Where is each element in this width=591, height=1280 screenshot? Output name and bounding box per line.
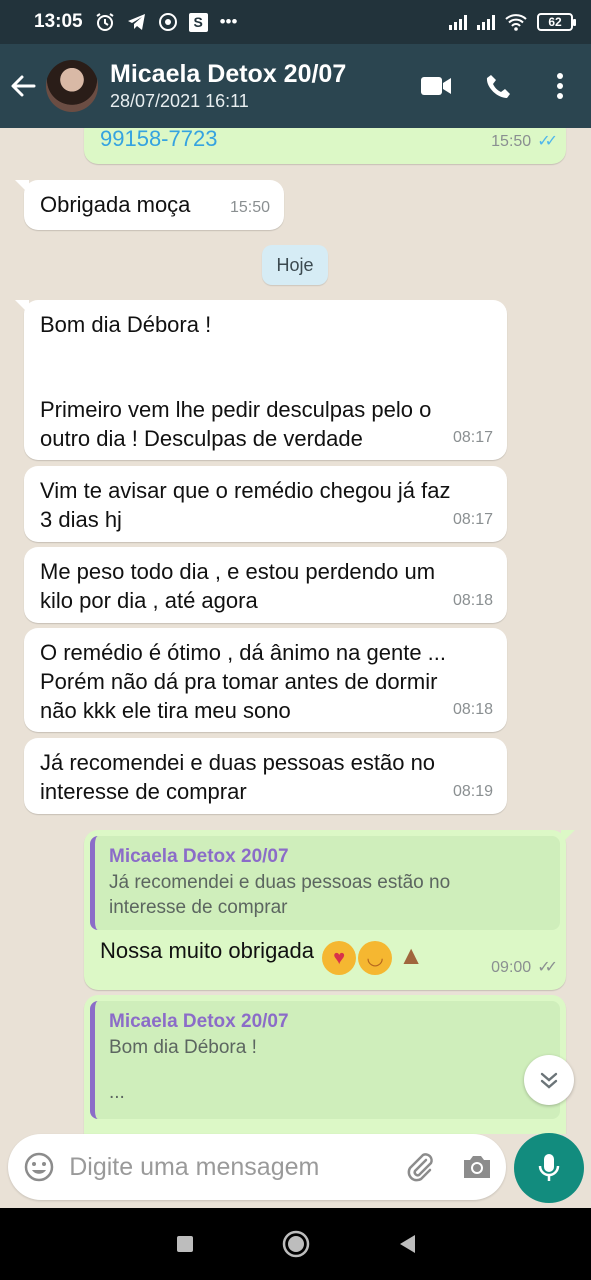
scroll-to-bottom-button[interactable]	[524, 1055, 574, 1105]
message-text: kilo por dia , até agora	[40, 588, 258, 613]
video-call-button[interactable]	[405, 44, 467, 128]
message-input[interactable]	[69, 1152, 392, 1182]
message-text: Bom dia Débora !	[40, 312, 212, 337]
camera-icon	[464, 1156, 491, 1178]
recents-button[interactable]	[175, 1234, 195, 1254]
double-chevron-down-icon	[540, 1072, 558, 1089]
quoted-message[interactable]: Micaela Detox 20/07 Já recomendei e duas…	[90, 836, 560, 930]
camera-button[interactable]	[449, 1153, 506, 1181]
s-app-icon: S	[188, 12, 208, 32]
message-bubble-outgoing[interactable]: 99158-7723 15:50 ✓✓	[84, 128, 566, 164]
voice-record-button[interactable]	[514, 1133, 584, 1203]
message-text: não kkk ele tira meu sono	[40, 698, 291, 723]
message-bubble-outgoing[interactable]: Micaela Detox 20/07 Já recomendei e duas…	[84, 830, 575, 990]
status-bar: 13:05 S ••• 62	[0, 0, 591, 44]
signal-icon	[449, 14, 467, 30]
quoted-author: Micaela Detox 20/07	[109, 846, 289, 867]
message-text: Porém não dá pra tomar antes de dormir	[40, 669, 438, 694]
quoted-text: interesse de comprar	[109, 897, 288, 918]
signal-icon	[477, 14, 495, 30]
message-bubble-incoming[interactable]: Me peso todo dia , e estou perdendo um k…	[24, 547, 507, 623]
more-dots-icon: •••	[219, 12, 238, 31]
message-bubble-incoming[interactable]: O remédio é ótimo , dá ânimo na gente ..…	[24, 628, 507, 732]
alarm-icon	[95, 12, 115, 32]
contact-info[interactable]: Micaela Detox 20/07 28/07/2021 16:11	[110, 59, 405, 113]
message-text: outro dia ! Desculpas de verdade	[40, 426, 363, 451]
shield-icon	[158, 12, 177, 32]
message-time: 08:17	[452, 511, 493, 528]
message-text: Obrigada moça	[40, 192, 191, 217]
message-text: Me peso todo dia , e estou perdendo um	[40, 559, 436, 584]
telegram-icon	[127, 13, 147, 31]
kebab-menu-icon	[557, 73, 563, 99]
avatar[interactable]	[46, 60, 98, 112]
quoted-text: Já recomendei e duas pessoas estão no	[109, 872, 451, 893]
status-time: 13:05	[34, 11, 83, 32]
message-time: 08:18	[452, 592, 493, 609]
smiling-face-emoji: ◡	[358, 941, 393, 975]
battery-icon: 62	[537, 13, 576, 31]
message-time: 08:18	[452, 701, 493, 718]
contact-subtitle: 28/07/2021 16:11	[110, 91, 249, 111]
quoted-author: Micaela Detox 20/07	[109, 1011, 289, 1032]
video-camera-icon	[421, 77, 451, 95]
more-options-button[interactable]	[529, 44, 591, 128]
message-time: 08:19	[452, 783, 493, 800]
message-time: 15:50	[491, 133, 532, 150]
chat-header: Micaela Detox 20/07 28/07/2021 16:11	[0, 44, 591, 128]
quoted-message[interactable]: Micaela Detox 20/07 Bom dia Débora ! ...	[90, 1001, 560, 1119]
message-time: 15:50	[229, 199, 270, 216]
arrow-left-icon	[11, 75, 36, 97]
message-time: 08:17	[452, 429, 493, 446]
quoted-text: ...	[109, 1082, 125, 1103]
paperclip-icon	[407, 1153, 433, 1182]
date-divider: Hoje	[262, 245, 328, 285]
double-check-read-icon: ✓✓	[537, 133, 558, 150]
double-check-delivered-icon: ✓✓	[537, 959, 558, 976]
phone-link[interactable]: 99158-7723	[100, 128, 217, 151]
contact-name: Micaela Detox 20/07	[110, 60, 347, 88]
smiley-icon	[24, 1152, 53, 1182]
home-button[interactable]	[281, 1229, 311, 1259]
microphone-icon	[538, 1154, 560, 1181]
message-text: Primeiro vem lhe pedir desculpas pelo o	[40, 397, 432, 422]
message-text: Nossa muito obrigada	[100, 938, 315, 963]
message-text: Vim te avisar que o remédio chegou já fa…	[40, 478, 451, 503]
status-notification-icons: S •••	[95, 12, 238, 32]
status-system-icons: 62	[449, 13, 576, 31]
message-bubble-outgoing[interactable]: Micaela Detox 20/07 Bom dia Débora ! ...	[84, 995, 566, 1134]
quoted-text: Bom dia Débora !	[109, 1037, 257, 1058]
message-bubble-incoming[interactable]: Bom dia Débora ! Primeiro vem lhe pedir …	[15, 300, 507, 460]
wifi-icon	[505, 13, 527, 31]
message-bubble-incoming[interactable]: Obrigada moça 15:50	[15, 180, 284, 230]
folded-hands-emoji: ▲	[398, 940, 424, 970]
message-bubble-incoming[interactable]: Já recomendei e duas pessoas estão no in…	[24, 738, 507, 814]
voice-call-button[interactable]	[467, 44, 529, 128]
message-text: interesse de comprar	[40, 779, 247, 804]
message-bubble-incoming[interactable]: Vim te avisar que o remédio chegou já fa…	[24, 466, 507, 542]
attach-button[interactable]	[391, 1151, 448, 1183]
back-button[interactable]	[0, 44, 46, 128]
message-time: 09:00	[491, 959, 532, 976]
system-navigation-bar	[0, 1208, 591, 1280]
message-text: Já recomendei e duas pessoas estão no	[40, 750, 436, 775]
message-composer	[8, 1134, 506, 1200]
message-text: 3 dias hj	[40, 507, 122, 532]
back-nav-button[interactable]	[397, 1233, 417, 1255]
message-list[interactable]: 99158-7723 15:50 ✓✓ Obrigada moça 15:50 …	[0, 128, 591, 1134]
phone-icon	[486, 75, 510, 98]
smiling-face-with-hearts-emoji: ♥	[322, 941, 357, 975]
emoji-button[interactable]	[8, 1151, 69, 1183]
message-text: O remédio é ótimo , dá ânimo na gente ..…	[40, 640, 447, 665]
